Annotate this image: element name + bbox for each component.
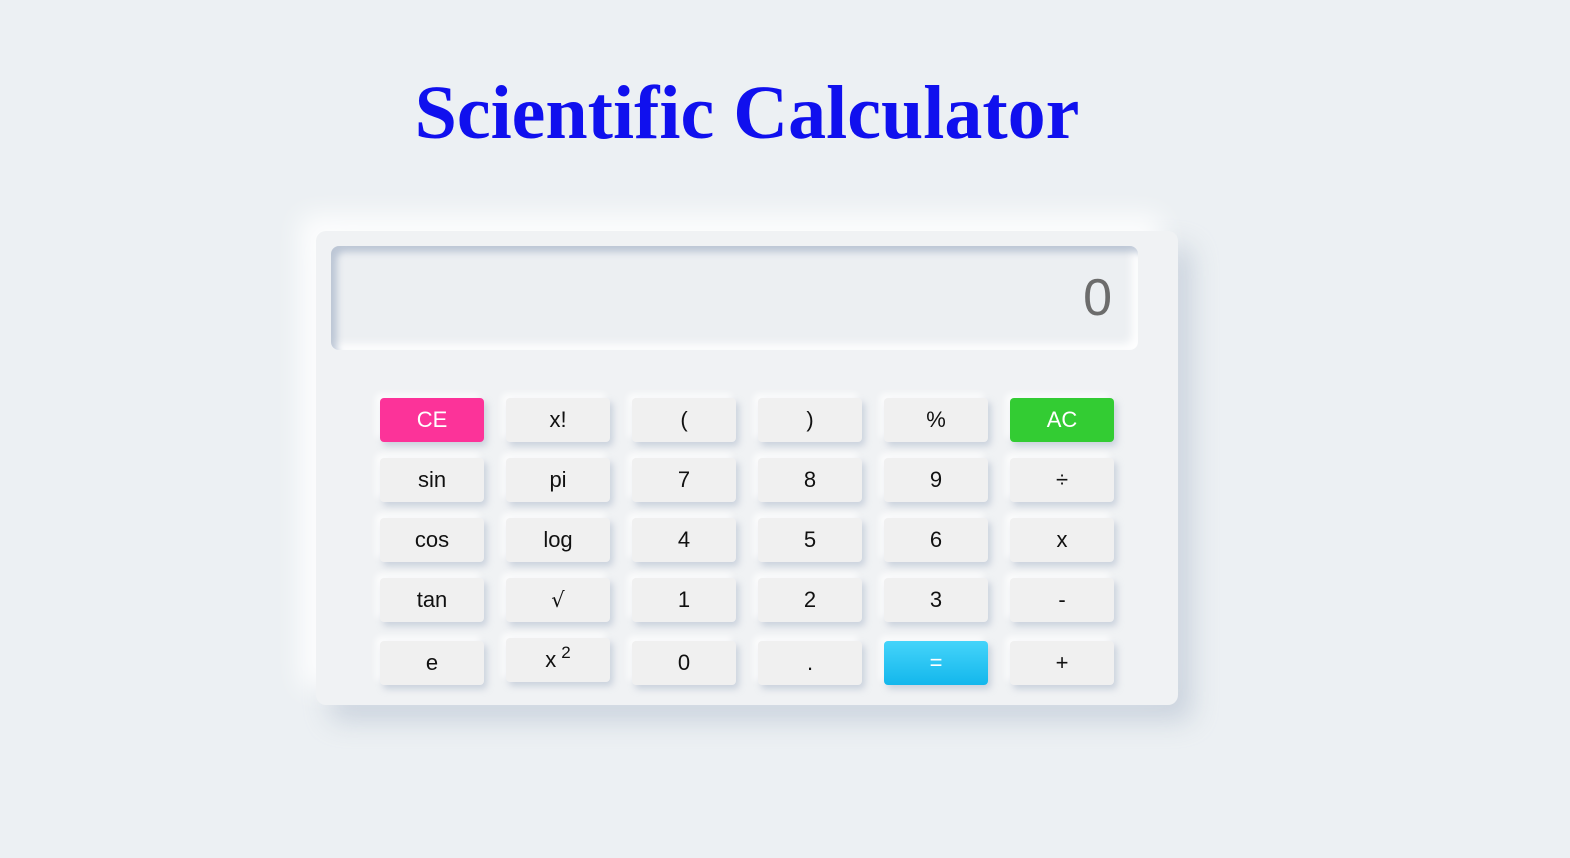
factorial-button[interactable]: x!	[506, 398, 610, 442]
minus-button[interactable]: -	[1010, 578, 1114, 622]
close-paren-button[interactable]: )	[758, 398, 862, 442]
display: 0	[331, 246, 1138, 350]
zero-button[interactable]: 0	[632, 641, 736, 685]
square-root-button[interactable]: √	[506, 578, 610, 622]
divide-button[interactable]: ÷	[1010, 458, 1114, 502]
cos-button[interactable]: cos	[380, 518, 484, 562]
seven-button[interactable]: 7	[632, 458, 736, 502]
six-button[interactable]: 6	[884, 518, 988, 562]
decimal-button[interactable]: .	[758, 641, 862, 685]
plus-button[interactable]: +	[1010, 641, 1114, 685]
all-clear-button[interactable]: AC	[1010, 398, 1114, 442]
three-button[interactable]: 3	[884, 578, 988, 622]
pi-button[interactable]: pi	[506, 458, 610, 502]
log-button[interactable]: log	[506, 518, 610, 562]
four-button[interactable]: 4	[632, 518, 736, 562]
tan-button[interactable]: tan	[380, 578, 484, 622]
eight-button[interactable]: 8	[758, 458, 862, 502]
open-paren-button[interactable]: (	[632, 398, 736, 442]
one-button[interactable]: 1	[632, 578, 736, 622]
clear-entry-button[interactable]: CE	[380, 398, 484, 442]
five-button[interactable]: 5	[758, 518, 862, 562]
page-title: Scientific Calculator	[414, 71, 1080, 155]
square-base: x	[545, 647, 557, 672]
square-button[interactable]: x2	[506, 638, 610, 682]
display-value: 0	[1083, 269, 1112, 327]
two-button[interactable]: 2	[758, 578, 862, 622]
percent-button[interactable]: %	[884, 398, 988, 442]
equals-button[interactable]: =	[884, 641, 988, 685]
nine-button[interactable]: 9	[884, 458, 988, 502]
multiply-button[interactable]: x	[1010, 518, 1114, 562]
euler-e-button[interactable]: e	[380, 641, 484, 685]
calculator: 0 CE x! ( ) % AC sin pi 7 8 9 ÷ cos log …	[316, 231, 1178, 705]
square-exponent: 2	[561, 643, 571, 662]
sin-button[interactable]: sin	[380, 458, 484, 502]
